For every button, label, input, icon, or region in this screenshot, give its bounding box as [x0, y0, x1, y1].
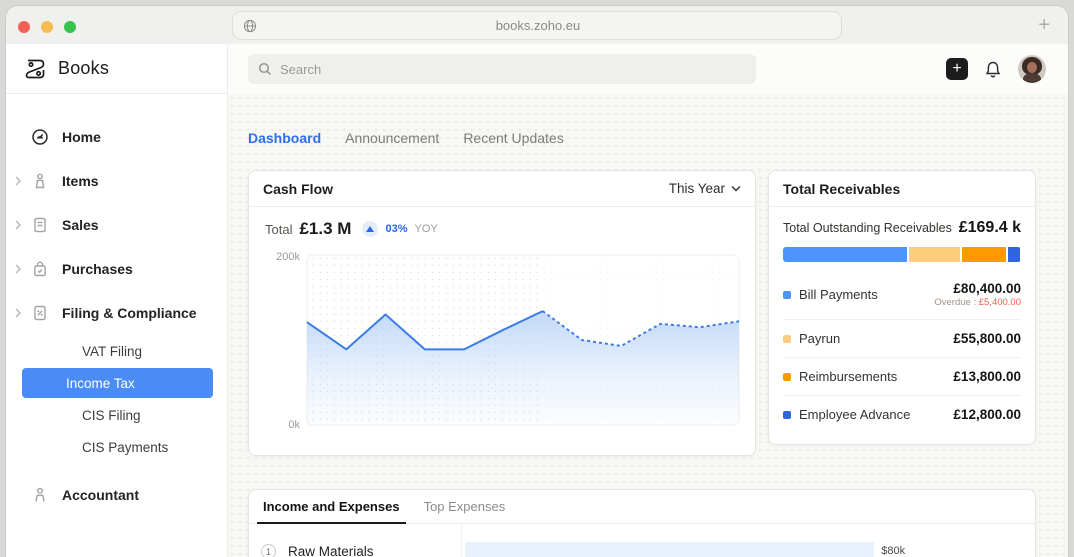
chevron-down-icon	[731, 185, 741, 192]
receivable-row-payrun: Payrun £55,800.00	[783, 319, 1021, 357]
sidebar-item-accountant[interactable]: Accountant	[6, 480, 227, 510]
search-input[interactable]	[280, 61, 700, 77]
sidebar-item-purchases[interactable]: Purchases	[6, 254, 227, 284]
new-tab-button[interactable]: +	[1038, 14, 1050, 37]
filing-icon	[30, 304, 50, 322]
address-bar[interactable]: books.zoho.eu	[232, 11, 842, 40]
legend-swatch	[783, 410, 791, 419]
total-value: £1.3 M	[299, 219, 352, 238]
window-close-button[interactable]	[18, 21, 30, 33]
sidebar-subitem-cis-filing[interactable]: CIS Filing	[22, 400, 213, 430]
purchases-icon	[30, 260, 50, 278]
dashboard-icon	[30, 128, 50, 146]
legend-swatch	[783, 334, 791, 343]
page-tabs: Dashboard Announcement Recent Updates	[248, 130, 564, 146]
period-selector[interactable]: This Year	[669, 181, 741, 196]
top-bar: +	[228, 44, 1068, 94]
cash-flow-chart: 200k 0k	[276, 251, 740, 431]
sidebar-subitem-cis-payments[interactable]: CIS Payments	[22, 432, 213, 462]
svg-text:0k: 0k	[288, 419, 300, 431]
expense-category: Raw Materials	[288, 544, 374, 557]
receivable-row-reimbursements: Reimbursements £13,800.00	[783, 357, 1021, 395]
cash-flow-card: Cash Flow This Year Total £1.3 M 03% YOY…	[248, 170, 756, 456]
tab-top-expenses[interactable]: Top Expenses	[424, 499, 506, 523]
chevron-right-icon	[6, 308, 30, 318]
sidebar-item-home[interactable]: Home	[6, 122, 227, 152]
receivables-title: Total Receivables	[783, 180, 901, 197]
items-icon	[30, 172, 50, 190]
sidebar-item-label: Filing & Compliance	[62, 305, 197, 321]
search-box[interactable]	[248, 54, 756, 84]
books-logo	[22, 56, 48, 82]
cash-flow-title: Cash Flow	[263, 180, 334, 197]
receivables-stacked-bar	[783, 247, 1021, 262]
receivables-list: Bill Payments £80,400.00 Overdue : £5,40…	[783, 270, 1021, 433]
bar-segment-bill-payments	[783, 247, 907, 262]
rank-badge: 1	[261, 544, 276, 557]
browser-window: books.zoho.eu + Books Home Items Sales P…	[6, 6, 1068, 557]
window-maximize-button[interactable]	[64, 21, 76, 33]
expense-bar	[465, 542, 875, 557]
receivable-amount: £55,800.00	[953, 331, 1021, 346]
tab-announcement[interactable]: Announcement	[345, 130, 439, 146]
legend-swatch	[783, 290, 791, 299]
url-text: books.zoho.eu	[495, 18, 581, 33]
delta-suffix: YOY	[414, 223, 438, 235]
tab-recent-updates[interactable]: Recent Updates	[463, 130, 563, 146]
outstanding-value: £169.4 k	[958, 219, 1021, 236]
tab-income-and-expenses[interactable]: Income and Expenses	[257, 499, 406, 524]
sales-icon	[30, 216, 50, 234]
delta-value: 03%	[385, 223, 408, 235]
receivable-amount: £80,400.00	[953, 281, 1021, 296]
bar-segment-employee-advance	[1007, 247, 1021, 262]
sidebar: Books Home Items Sales Purchases Filing …	[6, 44, 228, 557]
bar-segment-payrun	[908, 247, 960, 262]
chevron-right-icon	[6, 176, 30, 186]
total-receivables-card: Total Receivables Total Outstanding Rece…	[768, 170, 1036, 445]
sidebar-item-label: Accountant	[62, 487, 139, 503]
income-expenses-card: Income and Expenses Top Expenses 1 Raw M…	[248, 489, 1036, 557]
expense-bar-value: $80k	[881, 545, 906, 557]
sidebar-item-label: Items	[62, 173, 99, 189]
bar-segment-reimbursements	[961, 247, 1006, 262]
accountant-icon	[30, 486, 50, 504]
delta-up-icon	[362, 221, 379, 237]
outstanding-label: Total Outstanding Receivables	[783, 221, 952, 235]
app-name: Books	[58, 58, 110, 78]
user-avatar[interactable]	[1018, 55, 1046, 83]
search-icon	[258, 62, 272, 76]
receivable-amount: £12,800.00	[953, 407, 1021, 422]
expense-category-column: 1 Raw Materials	[249, 524, 462, 557]
dashboard-content: Dashboard Announcement Recent Updates Ca…	[228, 94, 1068, 557]
filing-compliance-submenu: VAT Filing Income Tax CIS Filing CIS Pay…	[6, 336, 227, 462]
receivable-row-bill-payments: Bill Payments £80,400.00 Overdue : £5,40…	[783, 270, 1021, 319]
svg-text:200k: 200k	[276, 251, 300, 263]
globe-icon	[243, 19, 257, 33]
expense-row-label: 1 Raw Materials	[249, 544, 461, 557]
sidebar-nav: Home Items Sales Purchases Filing & Comp…	[6, 94, 227, 510]
sidebar-item-label: Sales	[62, 217, 99, 233]
income-expenses-tabs: Income and Expenses Top Expenses	[249, 490, 1035, 524]
overdue-note: Overdue : £5,400.00	[934, 297, 1021, 308]
sidebar-item-sales[interactable]: Sales	[6, 210, 227, 240]
sidebar-item-filing-compliance[interactable]: Filing & Compliance	[6, 298, 227, 328]
sidebar-item-items[interactable]: Items	[6, 166, 227, 196]
chevron-right-icon	[6, 264, 30, 274]
sidebar-item-label: Purchases	[62, 261, 133, 277]
receivable-amount: £13,800.00	[953, 369, 1021, 384]
expense-bar-area: $80k	[462, 524, 1035, 557]
sidebar-item-label: Home	[62, 129, 101, 145]
legend-swatch	[783, 372, 791, 381]
sidebar-subitem-vat-filing[interactable]: VAT Filing	[22, 336, 213, 366]
chevron-right-icon	[6, 220, 30, 230]
sidebar-subitem-income-tax[interactable]: Income Tax	[22, 368, 213, 398]
add-button[interactable]: +	[946, 58, 968, 80]
window-minimize-button[interactable]	[41, 21, 53, 33]
sidebar-header: Books	[6, 44, 227, 94]
tab-dashboard[interactable]: Dashboard	[248, 130, 321, 146]
receivable-row-employee-advance: Employee Advance £12,800.00	[783, 395, 1021, 433]
browser-chrome: books.zoho.eu +	[6, 6, 1068, 44]
bell-icon[interactable]	[984, 60, 1002, 79]
total-label: Total	[265, 221, 293, 237]
